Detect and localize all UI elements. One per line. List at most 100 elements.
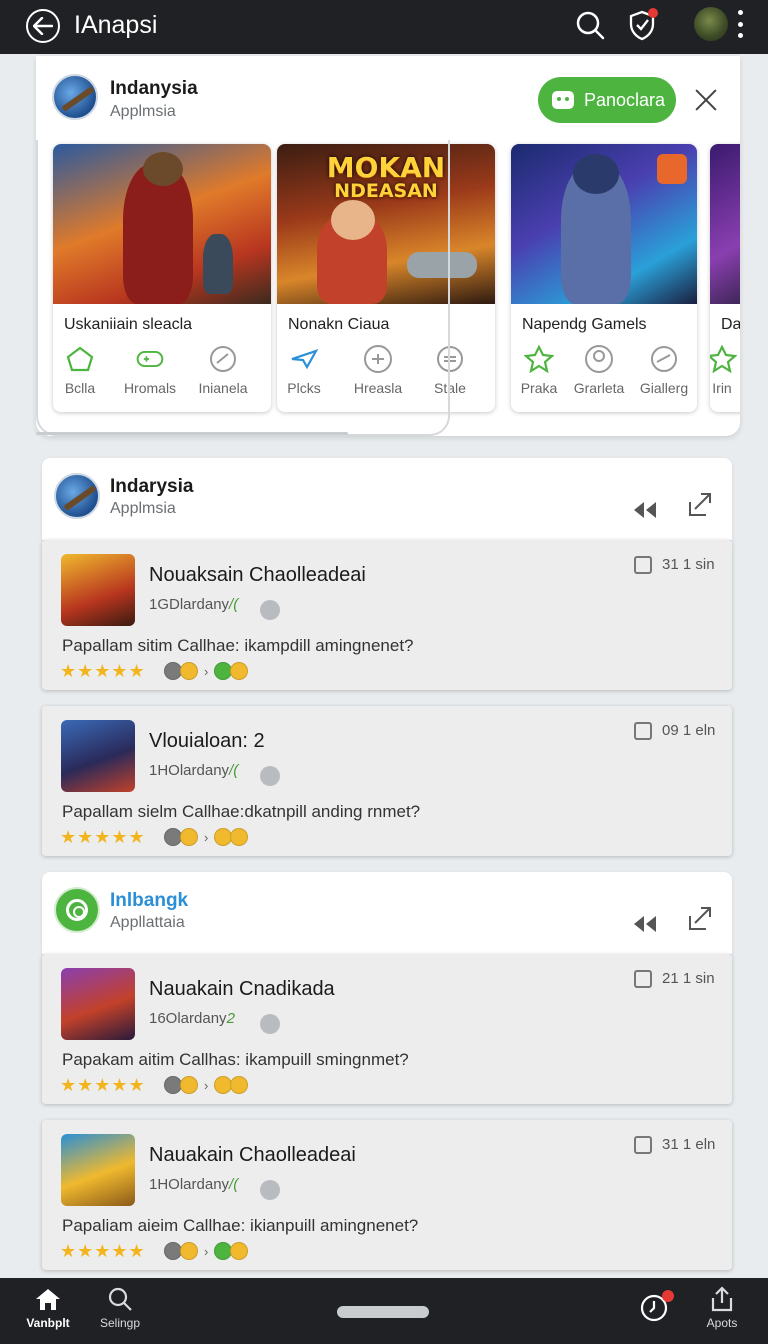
- reaction-bar[interactable]: ›: [164, 1241, 249, 1261]
- share-icon[interactable]: [686, 904, 714, 932]
- review-time: 21 1 sin: [662, 970, 715, 987]
- notification-dot: [662, 1290, 674, 1302]
- review-text: Papaliam aieim Callhae: ikianpuill aming…: [62, 1216, 419, 1235]
- nav-home[interactable]: Vanbplt: [22, 1286, 74, 1330]
- action-label: Plcks: [287, 380, 321, 396]
- shield-check-icon[interactable]: [626, 8, 658, 42]
- game-name: Nonakn Ciaua: [288, 316, 390, 333]
- link-icon[interactable]: [260, 1180, 280, 1200]
- nav-label: Vanbplt: [26, 1316, 70, 1330]
- action-stats[interactable]: Stale: [414, 344, 486, 396]
- review-title: Nauakain Chaolleadeai: [149, 1144, 356, 1166]
- game-card[interactable]: Napendg Gamels Praka Grarleta Giallerg: [511, 144, 697, 412]
- reaction-icon: [180, 1242, 198, 1260]
- game-name: Uskaniiain sleacla: [64, 316, 193, 333]
- install-button[interactable]: Panoclara: [538, 77, 676, 123]
- select-checkbox[interactable]: [634, 722, 652, 740]
- send-icon: [289, 344, 319, 374]
- user-circle-icon: [584, 344, 614, 374]
- review-card[interactable]: Nouaksain Chaolleadeai 1GDlardany/( 31 1…: [42, 540, 732, 690]
- section-app-subtitle: Appllattaia: [110, 914, 185, 931]
- action-controller[interactable]: Hromals: [114, 344, 186, 396]
- featured-panel: Indanysia Applmsia Panoclara Uskaniiain …: [36, 56, 740, 436]
- section-app-name: Indarysia: [110, 476, 194, 497]
- review-author: 1GDlardany/(: [149, 596, 239, 613]
- avatar[interactable]: [694, 7, 728, 41]
- game-card[interactable]: Da Irin: [710, 144, 740, 412]
- action-share[interactable]: Inianela: [187, 344, 259, 396]
- carousel-scrollbar[interactable]: [36, 432, 348, 435]
- install-button-label: Panoclara: [584, 89, 666, 110]
- review-card[interactable]: Vlouialoan: 2 1HOlardany/( 09 1 eln Papa…: [42, 706, 732, 856]
- app-logo: [52, 74, 98, 120]
- star-rating: ★★★★★: [60, 1075, 146, 1095]
- link-icon[interactable]: [260, 600, 280, 620]
- section-header: Inlbangk Appllattaia: [42, 872, 732, 954]
- game-thumbnail: [61, 1134, 135, 1206]
- nav-share[interactable]: Apots: [700, 1286, 744, 1330]
- rewind-icon[interactable]: [632, 500, 658, 520]
- action-label: Bclla: [64, 380, 96, 396]
- reaction-bar[interactable]: ›: [164, 661, 249, 681]
- notification-dot: [648, 8, 658, 18]
- action-gallery[interactable]: Giallerg: [628, 344, 697, 396]
- game-art: MOKAN NDEASAN: [277, 144, 495, 304]
- action-favorite[interactable]: Bclla: [53, 344, 116, 396]
- game-art: [710, 144, 740, 304]
- link-icon[interactable]: [260, 766, 280, 786]
- review-card[interactable]: Nauakain Chaolleadeai 1HOlardany/( 31 1 …: [42, 1120, 732, 1270]
- action-controller[interactable]: Hreasla: [342, 344, 414, 396]
- reaction-icon: [180, 1076, 198, 1094]
- reaction-bar[interactable]: ›: [164, 827, 249, 847]
- section-app-subtitle: Applmsia: [110, 500, 176, 517]
- review-title: Nauakain Cnadikada: [149, 978, 335, 1000]
- action-favorite[interactable]: Irin: [710, 344, 740, 396]
- controller-icon: [135, 344, 165, 374]
- section-app-name: Inlbangk: [110, 890, 189, 911]
- review-title: Nouaksain Chaolleadeai: [149, 564, 366, 586]
- more-vert-icon[interactable]: [736, 10, 744, 38]
- search-icon[interactable]: [574, 8, 606, 42]
- review-title: Vlouialoan: 2: [149, 730, 265, 752]
- close-icon[interactable]: [692, 86, 720, 114]
- share-circle-icon: [208, 344, 238, 374]
- nav-label: Selingp: [99, 1316, 141, 1330]
- game-thumbnail: [61, 720, 135, 792]
- chart-circle-icon: [435, 344, 465, 374]
- game-card[interactable]: MOKAN NDEASAN Nonakn Ciaua Plcks Hreasla…: [277, 144, 495, 412]
- share-icon[interactable]: [686, 490, 714, 518]
- select-checkbox[interactable]: [634, 556, 652, 574]
- nav-activity[interactable]: [636, 1290, 674, 1324]
- link-icon[interactable]: [260, 1014, 280, 1034]
- action-send[interactable]: Plcks: [277, 344, 340, 396]
- reaction-icon: [230, 828, 249, 846]
- reaction-icon: [230, 662, 249, 680]
- reaction-icon: [230, 1242, 249, 1260]
- star-rating: ★★★★★: [60, 661, 146, 681]
- review-card[interactable]: Nauakain Cnadikada 16Olardany2 21 1 sin …: [42, 954, 732, 1104]
- home-indicator[interactable]: [337, 1306, 429, 1318]
- action-label: Hromals: [123, 380, 177, 396]
- action-label: Stale: [434, 380, 466, 396]
- game-name: Da: [721, 316, 740, 333]
- home-icon: [34, 1286, 62, 1312]
- nav-search[interactable]: Selingp: [94, 1286, 146, 1330]
- select-checkbox[interactable]: [634, 970, 652, 988]
- reaction-icon: [230, 1076, 249, 1094]
- game-banner-title: MOKAN: [326, 151, 446, 184]
- back-arrow-icon[interactable]: [26, 9, 60, 43]
- action-profile[interactable]: Grarleta: [563, 344, 635, 396]
- bottom-navigation: Vanbplt Selingp Apots: [0, 1278, 768, 1344]
- select-checkbox[interactable]: [634, 1136, 652, 1154]
- game-card[interactable]: Uskaniiain sleacla Bclla Hromals Inianel…: [53, 144, 271, 412]
- rewind-icon[interactable]: [632, 914, 658, 934]
- game-thumbnail: [61, 554, 135, 626]
- gamepad-icon: [552, 91, 574, 109]
- review-author: 1HOlardany/(: [149, 1176, 239, 1193]
- game-name: Napendg Gamels: [522, 316, 647, 333]
- review-author: 16Olardany2: [149, 1010, 235, 1027]
- reaction-bar[interactable]: ›: [164, 1075, 249, 1095]
- action-label: Hreasla: [353, 380, 403, 396]
- action-label: Inianela: [198, 380, 248, 396]
- home-outline-icon: [65, 344, 95, 374]
